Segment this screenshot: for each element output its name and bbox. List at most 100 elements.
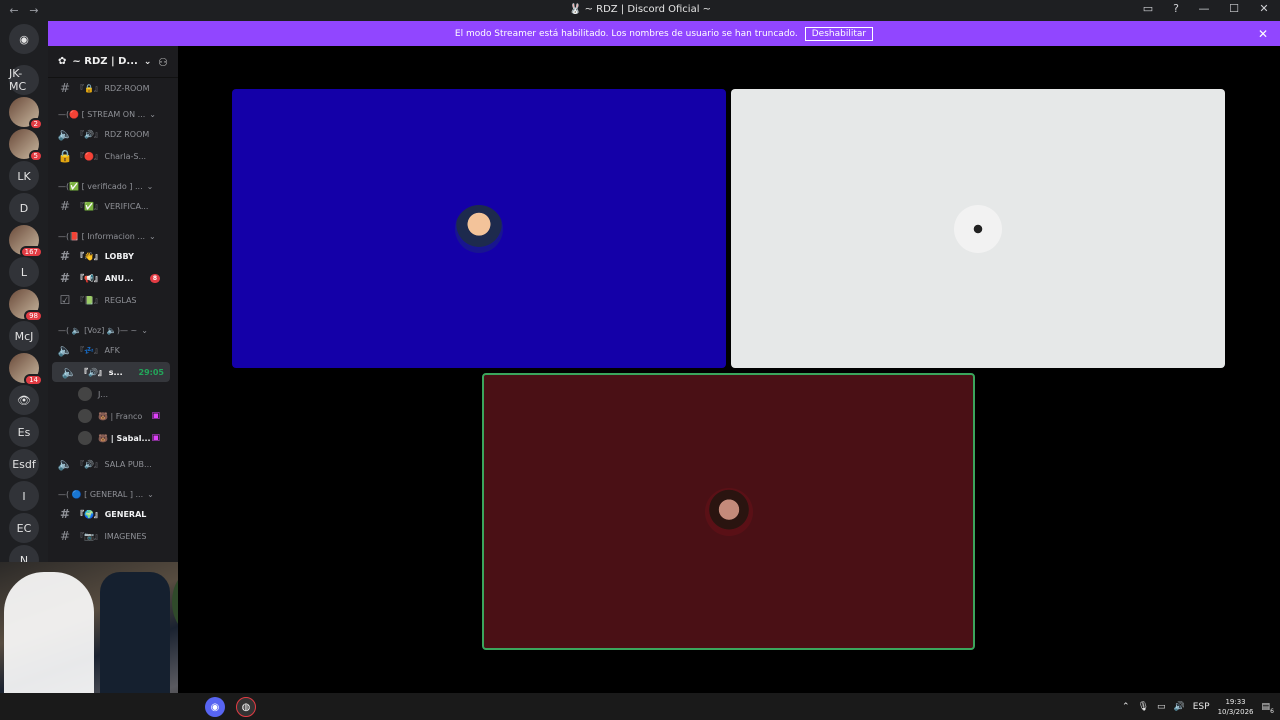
channel-label: 『📢』 ANU... [76, 273, 134, 283]
banner-message: El modo Streamer está habilitado. Los no… [454, 28, 798, 39]
chevron-down-icon: ⌄ [141, 325, 148, 335]
server-icon[interactable]: EC [9, 513, 39, 543]
hashtag-icon: # [59, 199, 71, 213]
channel-category[interactable]: —( 🔵 [ GENERAL ] ... ⌄ [48, 484, 172, 504]
server-icon[interactable]: D [9, 193, 39, 223]
voice-user[interactable]: 🐻 | Franco ▣ [48, 406, 172, 426]
channel-item[interactable]: 🔈 『💤』 AFK [48, 340, 172, 360]
channel-category[interactable]: —(🔴 [ STREAM ON ... ⌄ [48, 104, 172, 124]
server-icon-label: LK [17, 169, 31, 183]
language-indicator[interactable]: ESP [1193, 702, 1210, 712]
channel-label: 『📗』 REGLAS [76, 295, 137, 305]
channel-label: —(📕 [ Informacion ... [58, 231, 146, 241]
chevron-down-icon: ⌄ [147, 489, 154, 499]
channel-category[interactable]: —(✅ [ verificado ] ... ⌄ [48, 176, 172, 196]
server-icon-label: Es [17, 425, 31, 439]
channel-category[interactable]: —(📕 [ Informacion ... ⌄ [48, 226, 172, 246]
channel-label: 『📷』 IMAGENES [76, 531, 147, 541]
user-avatar [78, 409, 92, 423]
close-banner-icon[interactable]: ✕ [1258, 27, 1268, 41]
server-icon-label: EC [16, 521, 32, 535]
server-icon[interactable]: LK [9, 161, 39, 191]
microphone-icon[interactable]: 🎙 [1138, 702, 1149, 712]
channel-category[interactable]: —( 🔈 [Voz] 🔈)— ~ ⌄ [48, 320, 172, 340]
notification-count: 6 [1270, 708, 1274, 715]
channel-label: 『🔴』 Charla-S... [76, 151, 147, 161]
voice-user[interactable]: J... [48, 384, 172, 404]
server-name: ~ RDZ | D... [72, 56, 138, 67]
obs-taskbar-icon[interactable]: ◍ [236, 697, 256, 717]
participant-tile-2[interactable] [731, 89, 1225, 368]
disable-streamer-button[interactable]: Deshabilitar [804, 26, 874, 41]
channel-label: J... [98, 389, 108, 399]
channel-label: 『🔊』 s... [80, 367, 123, 377]
channel-item[interactable]: ☑ 『📗』 REGLAS [48, 290, 172, 310]
discord-home-icon[interactable]: ◉ [9, 24, 39, 54]
hashtag-icon: # [59, 81, 71, 95]
channel-label: —(✅ [ verificado ] ... [58, 181, 143, 191]
chevron-up-icon[interactable]: ⌃ [1122, 702, 1130, 712]
inbox-icon[interactable]: ▭ [1140, 2, 1156, 15]
streaming-icon: ▣ [151, 433, 160, 443]
help-icon[interactable]: ? [1168, 2, 1184, 15]
system-tray: ⌃ 🎙 ▭ 🔊 ESP 19:33 10/3/2026 ▤ 6 [1122, 697, 1274, 717]
channel-item[interactable]: # 『🔒』 RDZ-ROOM [48, 78, 172, 98]
speaker-icon: 🔈 [57, 343, 73, 357]
voice-duration: 29:05 [138, 367, 164, 377]
channel-item[interactable]: 🔈 『🔊』 s... 29:05 [52, 362, 170, 382]
user-avatar [78, 431, 92, 445]
network-icon[interactable]: ▭ [1157, 702, 1166, 712]
channel-item[interactable]: 🔈 『🔊』 SALA PUB... [48, 454, 172, 474]
server-icon[interactable]: Es [9, 417, 39, 447]
participant-tile-3-speaking[interactable] [482, 373, 975, 650]
hashtag-icon: # [59, 271, 71, 285]
server-icon[interactable]: I [9, 481, 39, 511]
participant-avatar [704, 487, 753, 536]
server-icon[interactable]: McJ [9, 321, 39, 351]
channel-label: 『✅』 VERIFICA... [76, 201, 149, 211]
participant-tile-1[interactable] [232, 89, 726, 368]
channel-item[interactable]: # 『📷』 IMAGENES [48, 526, 172, 546]
unread-badge: 2 [28, 118, 43, 130]
server-icon[interactable]: 👁 [9, 385, 39, 415]
notifications-icon[interactable]: ▤ 6 [1261, 702, 1274, 715]
unread-badge: 14 [24, 374, 43, 386]
server-icon[interactable]: 98 [9, 289, 43, 322]
close-window-icon[interactable]: ✕ [1256, 2, 1272, 15]
server-icon[interactable]: 14 [9, 353, 43, 386]
clock-time: 19:33 [1225, 698, 1246, 706]
discord-taskbar-icon[interactable]: ◉ [205, 697, 225, 717]
clock[interactable]: 19:33 10/3/2026 [1218, 697, 1254, 717]
server-icon[interactable]: 5 [9, 129, 43, 162]
channel-label: 🐻 | Franco [98, 411, 143, 421]
server-icon[interactable]: JK-MC [9, 65, 39, 95]
speaker-icon: 🔈 [61, 365, 77, 379]
channel-item[interactable]: # 『🌍』 GENERAL [48, 504, 172, 524]
voice-user[interactable]: 🐻 | Sabal... ▣ [48, 428, 172, 448]
server-icon[interactable]: 167 [9, 225, 43, 258]
channel-item[interactable]: 🔈 『🔊』 RDZ ROOM [48, 124, 172, 144]
chevron-down-icon: ⌄ [143, 56, 152, 67]
channel-label: —( 🔵 [ GENERAL ] ... [58, 489, 144, 499]
channel-item[interactable]: # 『👋』 LOBBY [48, 246, 172, 266]
channel-item[interactable]: # 『📢』 ANU... 8 [48, 268, 172, 288]
server-icon-label: JK-MC [9, 67, 27, 93]
server-icon[interactable]: Esdf [9, 449, 39, 479]
server-icon-label: McJ [14, 329, 34, 343]
maximize-icon[interactable]: ☐ [1226, 2, 1242, 15]
server-header[interactable]: ✿ ~ RDZ | D... ⌄ ⚇ [48, 46, 178, 78]
volume-icon[interactable]: 🔊 [1174, 702, 1185, 712]
speaker-icon: 🔈 [57, 127, 73, 141]
server-icon[interactable]: 2 [9, 97, 43, 130]
channel-label: 🐻 | Sabal... [98, 433, 151, 443]
chevron-down-icon: ⌄ [149, 109, 156, 119]
server-icon[interactable]: L [9, 257, 39, 287]
channel-label: 『🔊』 SALA PUB... [76, 459, 152, 469]
hashtag-icon: # [59, 507, 71, 521]
minimize-icon[interactable]: — [1196, 2, 1212, 15]
hashtag-icon: # [59, 529, 71, 543]
channel-item[interactable]: # 『✅』 VERIFICA... [48, 196, 172, 216]
invite-people-icon[interactable]: ⚇ [158, 56, 168, 69]
channel-item[interactable]: 🔒 『🔴』 Charla-S... [48, 146, 172, 166]
participant-avatar [954, 204, 1002, 253]
